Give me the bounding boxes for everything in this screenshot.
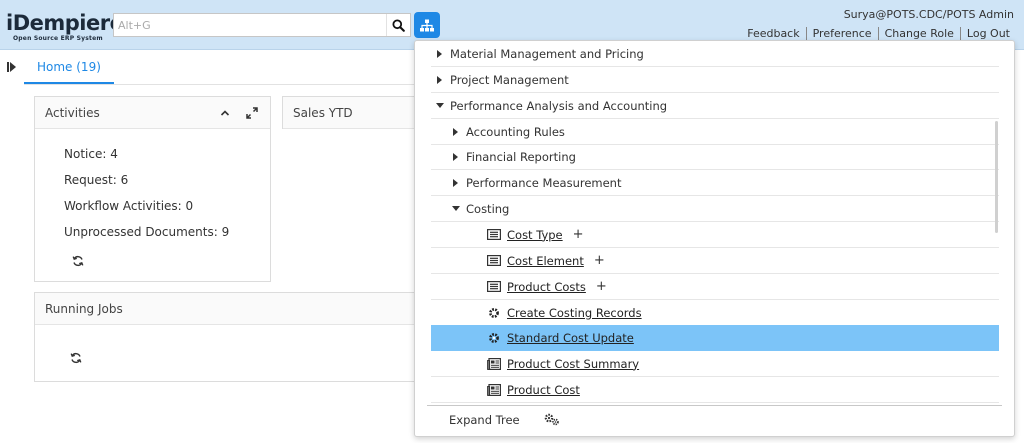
sidebar-toggle-icon [6, 62, 16, 72]
tab-divider [24, 84, 416, 85]
menu-footer-divider [427, 405, 1002, 406]
refresh-icon[interactable] [72, 255, 84, 267]
search-icon [392, 18, 405, 32]
chevron-up-icon[interactable] [219, 107, 231, 119]
add-new-button[interactable]: + [594, 253, 605, 268]
menu-item-label[interactable]: Standard Cost Update [507, 331, 634, 345]
menu-tree-button[interactable] [414, 12, 440, 38]
add-new-button[interactable]: + [573, 227, 584, 242]
menu-item-standard-cost-update[interactable]: Standard Cost Update [431, 325, 999, 351]
menu-item-accounting-rules[interactable]: Accounting Rules [431, 119, 999, 145]
caret-right-icon[interactable] [435, 49, 445, 59]
menu-item-project-management[interactable]: Project Management [431, 67, 999, 93]
activities-title: Activities [35, 97, 270, 129]
search-button[interactable] [386, 14, 410, 36]
menu-item-cost-element[interactable]: Cost Element + [431, 248, 999, 274]
header-links: Feedback Preference Change Role Log Out [741, 27, 1016, 40]
menu-item-material-management-and-pricing[interactable]: Material Management and Pricing [431, 41, 999, 67]
notice-count[interactable]: Notice: 4 [64, 147, 118, 161]
menu-item-financial-reporting[interactable]: Financial Reporting [431, 144, 999, 170]
report-icon [487, 383, 501, 396]
menu-item-label: Performance Measurement [466, 175, 622, 190]
idempiere-logo[interactable]: iDempiere Open Source ERP System [6, 10, 124, 42]
report-icon [487, 357, 501, 370]
menu-item-label: Accounting Rules [466, 124, 565, 139]
logout-link[interactable]: Log Out [959, 27, 1016, 40]
menu-item-label[interactable]: Product Costs [507, 280, 586, 294]
menu-item-label: Project Management [450, 72, 569, 87]
request-count[interactable]: Request: 6 [64, 173, 128, 187]
unprocessed-documents-count[interactable]: Unprocessed Documents: 9 [64, 225, 229, 239]
search-input[interactable] [114, 14, 386, 36]
window-icon [487, 229, 501, 241]
preference-link[interactable]: Preference [805, 27, 878, 40]
caret-right-icon[interactable] [435, 75, 445, 85]
sidebar-toggle[interactable] [4, 60, 18, 74]
user-label: Surya@POTS.CDC/POTS Admin [843, 8, 1014, 21]
caret-right-icon[interactable] [451, 127, 461, 137]
sales-ytd-panel: Sales YTD [282, 96, 416, 129]
menu-item-performance-measurement[interactable]: Performance Measurement [431, 170, 999, 196]
window-icon [487, 255, 501, 267]
expand-tree-toggle[interactable]: Expand Tree [449, 413, 520, 427]
menu-item-product-cost-summary[interactable]: Product Cost Summary [431, 351, 999, 377]
activities-panel: Activities Notice: 4 Request: 6 Workflow… [34, 96, 271, 282]
change-role-link[interactable]: Change Role [877, 27, 960, 40]
menu-item-label[interactable]: Create Costing Records [507, 306, 642, 320]
process-gear-icon [487, 307, 501, 319]
menu-scrollbar[interactable] [995, 121, 998, 233]
sales-ytd-title: Sales YTD [283, 97, 416, 129]
caret-down-icon[interactable] [435, 101, 445, 111]
menu-item-label: Material Management and Pricing [450, 46, 644, 61]
caret-down-icon[interactable] [451, 204, 461, 214]
running-jobs-title: Running Jobs [35, 293, 416, 325]
process-gear-icon [487, 332, 501, 344]
expand-icon[interactable] [245, 106, 259, 120]
menu-item-create-costing-records[interactable]: Create Costing Records [431, 300, 999, 326]
menu-item-label[interactable]: Product Cost [507, 383, 580, 397]
workflow-activities-count[interactable]: Workflow Activities: 0 [64, 199, 193, 213]
running-jobs-panel: Running Jobs [34, 292, 416, 382]
menu-item-product-costs[interactable]: Product Costs + [431, 274, 999, 300]
feedback-link[interactable]: Feedback [741, 27, 805, 40]
logo-tagline: Open Source ERP System [13, 35, 103, 42]
global-search [113, 13, 411, 37]
menu-item-label[interactable]: Cost Type [507, 228, 563, 242]
menu-tree-popup: Material Management and Pricing Project M… [414, 40, 1015, 437]
refresh-icon[interactable] [70, 352, 82, 364]
menu-item-performance-analysis-and-accounting[interactable]: Performance Analysis and Accounting [431, 93, 999, 119]
add-new-button[interactable]: + [596, 279, 607, 294]
caret-right-icon[interactable] [451, 178, 461, 188]
menu-item-label[interactable]: Cost Element [507, 254, 584, 268]
sitemap-icon [420, 19, 434, 31]
logo-text: iDempiere [6, 11, 124, 35]
menu-item-label: Costing [466, 201, 510, 216]
menu-item-label: Financial Reporting [466, 149, 576, 164]
menu-item-label: Performance Analysis and Accounting [450, 98, 668, 113]
gears-icon[interactable] [543, 412, 561, 426]
menu-item-costing[interactable]: Costing [431, 196, 999, 222]
menu-item-label[interactable]: Product Cost Summary [507, 357, 639, 371]
caret-right-icon[interactable] [451, 152, 461, 162]
menu-item-cost-type[interactable]: Cost Type + [431, 222, 999, 248]
menu-item-product-cost[interactable]: Product Cost [431, 377, 999, 403]
window-icon [487, 281, 501, 293]
tab-home[interactable]: Home (19) [24, 52, 114, 84]
